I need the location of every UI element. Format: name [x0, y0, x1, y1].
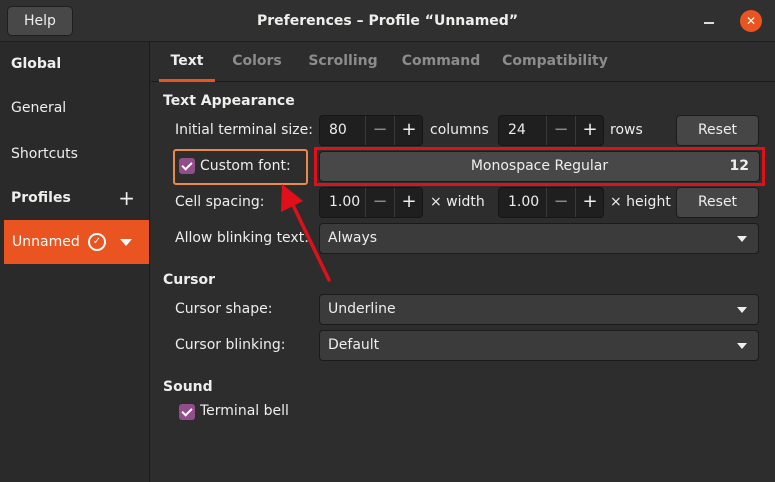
sidebar-heading-label: Global	[11, 56, 62, 72]
sidebar-item-label: General	[11, 100, 67, 116]
sidebar-heading-label: Profiles	[11, 190, 71, 206]
default-profile-icon: ✓	[88, 233, 106, 251]
terminal-bell-label: Terminal bell	[200, 403, 289, 419]
decrement-icon[interactable]: −	[546, 188, 575, 217]
tab-text[interactable]: Text	[159, 42, 215, 82]
chevron-down-icon	[737, 343, 747, 349]
reset-size-button[interactable]: Reset	[676, 115, 759, 146]
initial-size-label: Initial terminal size:	[175, 122, 313, 138]
decrement-icon[interactable]: −	[365, 188, 394, 217]
cursor-shape-value: Underline	[328, 301, 396, 317]
sidebar-item-label: Shortcuts	[11, 146, 78, 162]
rows-value[interactable]: 24	[508, 116, 526, 145]
rows-label: rows	[610, 122, 643, 138]
cursor-shape-label: Cursor shape:	[175, 301, 273, 317]
minimize-icon[interactable]	[700, 12, 718, 30]
close-icon[interactable]: ✕	[740, 10, 762, 32]
main-panel: Text Colors Scrolling Command Compatibil…	[151, 42, 775, 482]
cursor-blinking-dropdown[interactable]: Default	[319, 330, 759, 361]
tab-compatibility[interactable]: Compatibility	[499, 42, 611, 82]
sidebar-heading-global: Global	[0, 42, 150, 86]
cell-spacing-label: Cell spacing:	[175, 194, 265, 210]
chevron-down-icon	[737, 236, 747, 242]
tab-bar: Text Colors Scrolling Command Compatibil…	[151, 42, 775, 82]
tab-scrolling[interactable]: Scrolling	[303, 42, 383, 82]
width-value[interactable]: 1.00	[329, 188, 360, 217]
custom-font-label: Custom font:	[200, 158, 291, 174]
height-label: × height	[610, 194, 671, 210]
sidebar: Global General Shortcuts Profiles + Unna…	[0, 42, 150, 482]
tab-colors[interactable]: Colors	[227, 42, 287, 82]
font-name: Monospace Regular	[470, 158, 609, 174]
font-chooser-button[interactable]: Monospace Regular 12	[319, 151, 760, 182]
add-profile-icon[interactable]: +	[118, 176, 135, 220]
cursor-blinking-label: Cursor blinking:	[175, 337, 286, 353]
increment-icon[interactable]: +	[394, 188, 423, 217]
width-stepper[interactable]: 1.00 − +	[319, 187, 423, 218]
window-title: Preferences – Profile “Unnamed”	[256, 13, 519, 29]
section-heading-sound: Sound	[163, 379, 213, 395]
blink-text-value: Always	[328, 230, 378, 246]
custom-font-checkbox[interactable]	[179, 158, 195, 174]
height-value[interactable]: 1.00	[508, 188, 539, 217]
cursor-shape-dropdown[interactable]: Underline	[319, 294, 759, 325]
section-heading-text-appearance: Text Appearance	[163, 93, 295, 109]
width-label: × width	[430, 194, 485, 210]
section-heading-cursor: Cursor	[163, 272, 216, 288]
columns-value[interactable]: 80	[329, 116, 347, 145]
terminal-bell-checkbox[interactable]	[179, 404, 195, 420]
tab-command[interactable]: Command	[399, 42, 483, 82]
columns-stepper[interactable]: 80 − +	[319, 115, 423, 146]
height-stepper[interactable]: 1.00 − +	[498, 187, 604, 218]
sidebar-item-general[interactable]: General	[0, 86, 150, 130]
font-size: 12	[729, 158, 749, 174]
chevron-down-icon[interactable]	[120, 239, 132, 246]
sidebar-heading-profiles: Profiles +	[0, 176, 150, 220]
decrement-icon[interactable]: −	[546, 116, 575, 145]
sidebar-item-label: Unnamed	[12, 234, 80, 250]
reset-spacing-button[interactable]: Reset	[676, 187, 759, 218]
title-bar: Help Preferences – Profile “Unnamed” ✕	[0, 0, 775, 42]
blink-text-label: Allow blinking text:	[175, 230, 309, 246]
increment-icon[interactable]: +	[575, 188, 604, 217]
blink-text-dropdown[interactable]: Always	[319, 223, 759, 254]
sidebar-item-shortcuts[interactable]: Shortcuts	[0, 132, 150, 176]
sidebar-item-profile-unnamed[interactable]: Unnamed ✓	[4, 220, 149, 264]
cursor-blinking-value: Default	[328, 337, 380, 353]
decrement-icon[interactable]: −	[365, 116, 394, 145]
columns-label: columns	[430, 122, 489, 138]
chevron-down-icon	[737, 307, 747, 313]
increment-icon[interactable]: +	[575, 116, 604, 145]
rows-stepper[interactable]: 24 − +	[498, 115, 604, 146]
increment-icon[interactable]: +	[394, 116, 423, 145]
